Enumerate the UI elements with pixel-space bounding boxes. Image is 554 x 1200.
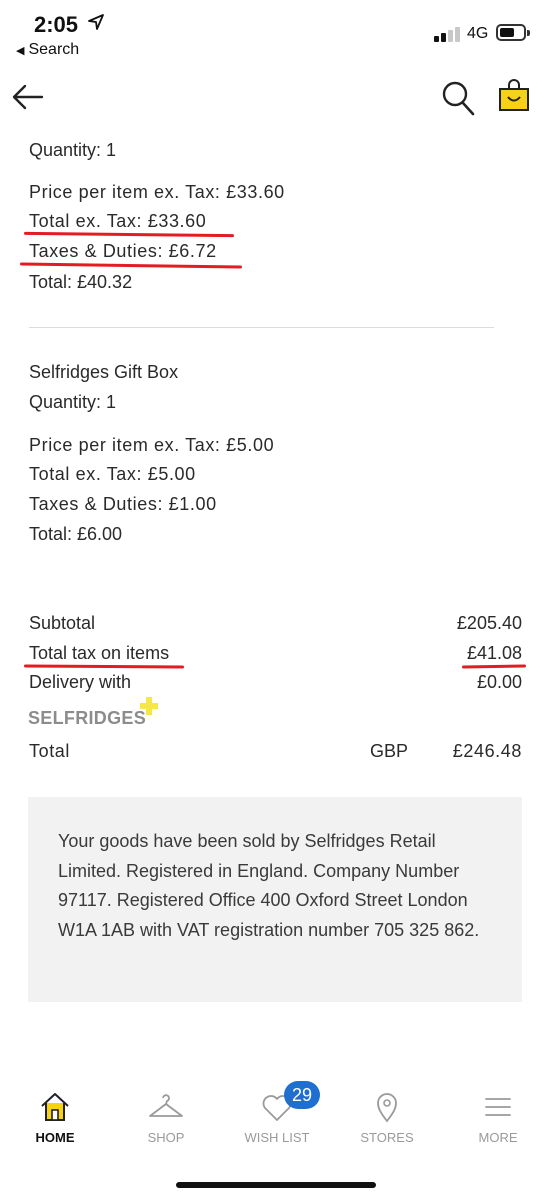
tab-wishlist-label: WISH LIST	[244, 1130, 310, 1145]
home-icon	[41, 1093, 69, 1121]
tab-shop[interactable]: SHOP	[126, 1090, 206, 1145]
tab-shop-label: SHOP	[147, 1130, 185, 1145]
delivery-value: £0.00	[476, 672, 522, 692]
seller-notice-text: Your goods have been sold by Selfridges …	[58, 831, 480, 940]
tab-stores[interactable]: STORES	[347, 1090, 427, 1145]
item1-price-per-item: Price per item ex. Tax: £33.60	[29, 182, 285, 202]
item1-total-ex-tax: Total ex. Tax: £33.60	[29, 211, 207, 231]
tab-home-label: HOME	[35, 1130, 75, 1145]
item1-taxes-duties: Taxes & Duties: £6.72	[29, 241, 217, 261]
tab-more[interactable]: MORE	[458, 1090, 538, 1145]
delivery-label: Delivery with	[29, 672, 132, 692]
selfridges-plus-logo: SELFRIDGES	[28, 708, 147, 728]
annotation-underline	[461, 664, 527, 669]
currency-label: GBP	[370, 741, 409, 761]
status-time: 2:05	[34, 12, 79, 37]
total-tax-value: £41.08	[466, 643, 522, 663]
annotation-underline	[23, 664, 185, 669]
location-arrow-icon	[88, 14, 104, 30]
item2-taxes-duties: Taxes & Duties: £1.00	[29, 494, 217, 514]
signal-strength-icon	[434, 26, 464, 42]
item1-quantity: Quantity: 1	[29, 140, 117, 160]
seller-notice-box: Your goods have been sold by Selfridges …	[28, 797, 522, 1002]
subtotal-label: Subtotal	[29, 613, 96, 633]
tab-home[interactable]: HOME	[15, 1090, 95, 1145]
menu-icon	[485, 1098, 511, 1116]
back-triangle-icon: ◀	[16, 45, 25, 57]
order-total-value: £246.48	[452, 741, 522, 761]
home-indicator	[176, 1182, 376, 1188]
order-total-label: Total	[29, 741, 71, 761]
search-icon[interactable]	[441, 80, 475, 116]
shopping-bag-icon[interactable]	[498, 78, 530, 112]
battery-icon	[496, 24, 530, 41]
section-divider	[29, 327, 494, 328]
item1-total: Total: £40.32	[29, 272, 133, 292]
item2-price-per-item: Price per item ex. Tax: £5.00	[29, 435, 275, 455]
network-type: 4G	[467, 25, 489, 42]
subtotal-value: £205.40	[456, 613, 522, 633]
item2-total-ex-tax: Total ex. Tax: £5.00	[29, 464, 196, 484]
arrow-left-icon[interactable]	[10, 82, 44, 112]
hanger-icon	[149, 1094, 183, 1117]
annotation-underline	[19, 262, 243, 269]
tab-more-label: MORE	[478, 1130, 518, 1145]
location-pin-icon	[377, 1093, 397, 1123]
item2-quantity: Quantity: 1	[29, 392, 117, 412]
plus-icon	[140, 697, 158, 715]
item2-total: Total: £6.00	[29, 524, 123, 544]
back-to-search[interactable]: ◀ Search	[16, 41, 79, 59]
wishlist-count-badge: 29	[284, 1081, 320, 1109]
annotation-underline	[23, 231, 235, 238]
item2-name: Selfridges Gift Box	[29, 362, 179, 382]
tab-stores-label: STORES	[360, 1130, 414, 1145]
back-to-search-label: Search	[28, 41, 80, 58]
total-tax-label: Total tax on items	[29, 643, 170, 663]
